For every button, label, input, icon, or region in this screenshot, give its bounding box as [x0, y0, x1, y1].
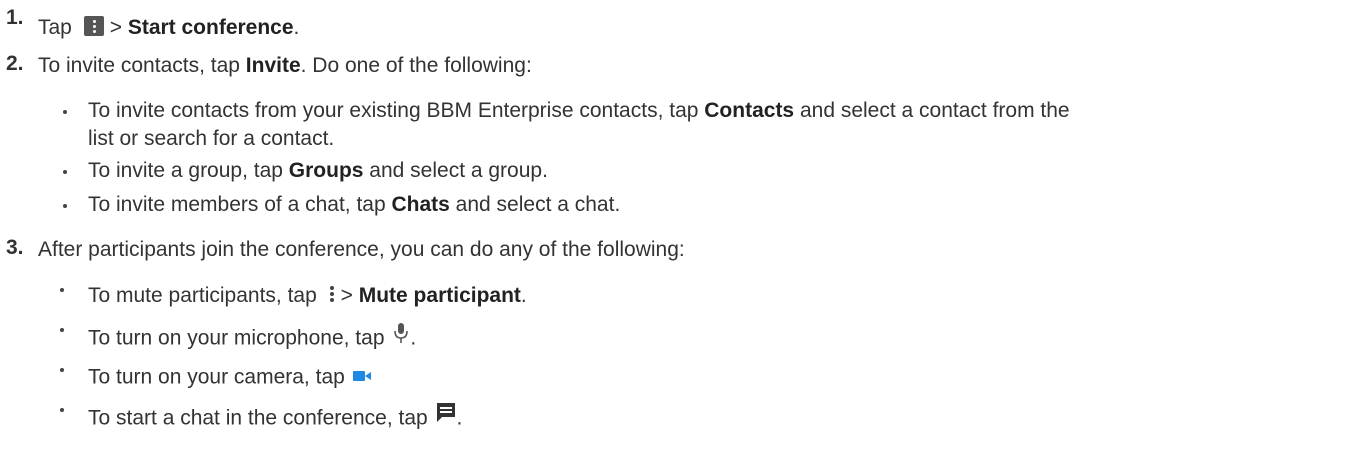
bullet-microphone: To turn on your microphone, tap . [88, 322, 416, 356]
bullet-mute: To mute participants, tap > Mute partici… [88, 282, 527, 310]
step-1-tap: Tap [38, 16, 72, 39]
step-3-number: 3. [6, 236, 24, 259]
step-2-text: To invite contacts, tap Invite. Do one o… [38, 52, 532, 80]
bullet-mic-a: To turn on your microphone, tap [88, 326, 391, 350]
bullet [63, 204, 67, 208]
bullet [60, 408, 64, 412]
bullet-contacts: To invite contacts from your existing BB… [88, 97, 1070, 125]
video-camera-icon [352, 362, 371, 390]
bullet-mic-period: . [410, 326, 417, 350]
contacts-label: Contacts [704, 99, 795, 122]
mute-participant-label: Mute participant [358, 284, 521, 307]
bullet-contacts-continuation: list or search for a contact. [88, 127, 335, 150]
chat-icon [436, 402, 456, 432]
bullet-mute-a: To mute participants, tap [88, 284, 323, 307]
bullet-groups-b: and select a group. [363, 159, 548, 182]
chats-label: Chats [391, 193, 450, 216]
bullet-chats: To invite members of a chat, tap Chats a… [88, 191, 620, 219]
bullet-chats-b: and select a chat. [449, 193, 621, 216]
step-1-separator: > [109, 16, 122, 39]
bullet-chat-a: To start a chat in the conference, tap [88, 406, 434, 430]
step-1-text: Tap > Start conference. [38, 14, 299, 42]
step-2-text-a: To invite contacts, tap [38, 54, 246, 77]
microphone-icon [394, 322, 409, 352]
bullet-contacts-a: To invite contacts from your existing BB… [88, 99, 705, 122]
groups-label: Groups [288, 159, 364, 182]
bullet [60, 288, 64, 292]
bullet [63, 170, 67, 174]
start-conference-label: Start conference [127, 16, 294, 39]
step-2-text-b: . Do one of the following: [300, 54, 532, 77]
bullet-chat-period: . [456, 406, 463, 430]
bullet-mute-separator: > [340, 284, 359, 307]
bullet-mute-period: . [520, 284, 527, 307]
step-2-number: 2. [6, 52, 24, 75]
bullet-groups: To invite a group, tap Groups and select… [88, 157, 548, 185]
menu-icon [83, 16, 104, 37]
bullet-groups-a: To invite a group, tap [88, 159, 289, 182]
bullet-contacts-b: and select a contact from the [794, 99, 1070, 122]
invite-label: Invite [245, 54, 301, 77]
bullet [63, 110, 67, 114]
step-1-period: . [293, 16, 300, 39]
step-3-text: After participants join the conference, … [38, 238, 685, 261]
bullet-camera: To turn on your camera, tap [88, 362, 371, 394]
bullet-camera-a: To turn on your camera, tap [88, 365, 351, 389]
bullet [60, 368, 64, 372]
step-1-number: 1. [6, 6, 24, 29]
instructions-document: 1. Tap > Start conference. 2. To invite … [0, 0, 1346, 449]
bullet [60, 328, 64, 332]
bullet-chat: To start a chat in the conference, tap . [88, 402, 462, 436]
bullet-chats-a: To invite members of a chat, tap [88, 193, 392, 216]
more-vert-icon [329, 286, 335, 303]
